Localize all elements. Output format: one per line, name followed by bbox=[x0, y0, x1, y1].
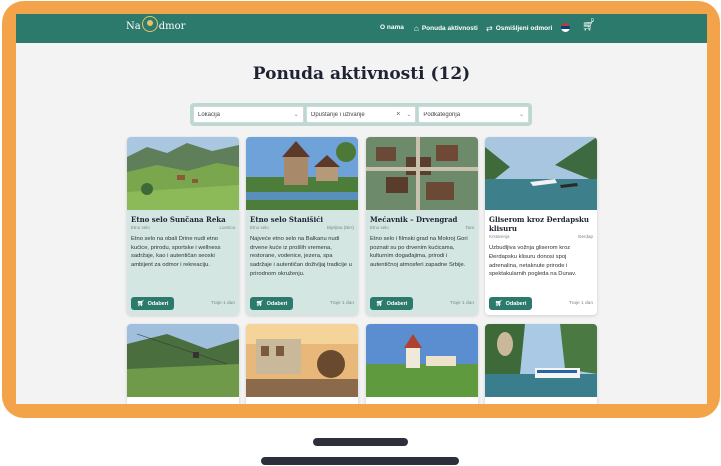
browser-screen: Na dmor O nama ⌂ Ponuda aktivnosti ⇄ Osm… bbox=[16, 14, 707, 404]
card-type: Etno selo bbox=[370, 225, 389, 231]
activity-card[interactable] bbox=[485, 324, 597, 404]
card-duration: Traje 1 dan bbox=[568, 301, 593, 306]
card-footer: 🛒︎ Odaberi Traje 1 dan bbox=[489, 297, 593, 310]
select-button[interactable]: 🛒︎ Odaberi bbox=[250, 297, 294, 310]
subcategory-select[interactable]: Podkategorija ⌄ bbox=[418, 106, 530, 123]
select-button[interactable]: 🛒︎ Odaberi bbox=[370, 297, 414, 310]
card-footer: 🛒︎ Odaberi Traje 1 dan bbox=[250, 297, 354, 310]
device-stand-base bbox=[261, 457, 459, 465]
filter-bar: Lokacija ⌄ Opuštanje i uživanje × ⌄ Podk… bbox=[190, 103, 532, 126]
card-title: Etno selo Stanišići bbox=[250, 215, 324, 224]
card-place: Bijeljina (BiH) bbox=[326, 225, 354, 231]
card-description: Uzbudljiva vožnja gliserom kroz Đerdapsk… bbox=[489, 245, 577, 278]
page-title: Ponuda aktivnosti (12) bbox=[252, 64, 471, 84]
card-image bbox=[485, 324, 597, 397]
logo[interactable]: Na dmor bbox=[126, 15, 186, 32]
card-image bbox=[485, 137, 597, 210]
activity-card[interactable] bbox=[246, 324, 358, 404]
clear-icon[interactable]: × bbox=[396, 111, 400, 118]
card-duration: Traje 1 dan bbox=[329, 301, 354, 306]
nav-link-offers[interactable]: ⌂ Ponuda aktivnosti bbox=[414, 24, 478, 33]
card-footer: 🛒︎ Odaberi Traje 1 dan bbox=[370, 297, 474, 310]
card-description: Etno selo i filmski grad na Mokroj Gori … bbox=[370, 236, 468, 269]
cart-add-icon: 🛒︎ bbox=[256, 301, 264, 307]
card-title: Mećavnik – Drvengrad bbox=[370, 215, 458, 224]
select-button[interactable]: 🛒︎ Odaberi bbox=[131, 297, 175, 310]
card-description: Etno selo na obali Drine nudi etno kućic… bbox=[131, 236, 221, 269]
select-button-label: Odaberi bbox=[147, 300, 169, 307]
card-image bbox=[366, 324, 478, 397]
select-button-label: Odaberi bbox=[386, 300, 408, 307]
logo-mark-icon bbox=[141, 15, 158, 32]
location-select-value: Lokacija bbox=[198, 111, 221, 118]
language-flag-icon[interactable] bbox=[561, 23, 570, 32]
select-button[interactable]: 🛒︎ Odaberi bbox=[489, 297, 533, 310]
card-image bbox=[246, 137, 358, 210]
card-image bbox=[246, 324, 358, 397]
nav-custom-label: Osmišljeni odmori bbox=[495, 25, 553, 32]
chevron-down-icon: ⌄ bbox=[518, 112, 525, 118]
activity-card[interactable]: Etno selo Sunčana Reka Etno selo Lovnica… bbox=[127, 137, 239, 315]
card-duration: Traje 1 dan bbox=[210, 301, 235, 306]
card-description: Najveće etno selo na Balkanu nudi drvene… bbox=[250, 236, 352, 277]
tag-icon: ⌂ bbox=[414, 24, 419, 33]
device-stand-neck bbox=[313, 438, 408, 446]
activity-card[interactable]: Etno selo Stanišići Etno selo Bijeljina … bbox=[246, 137, 358, 315]
activity-card[interactable]: Mećavnik – Drvengrad Etno selo Tara Etno… bbox=[366, 137, 478, 315]
logo-text-right: dmor bbox=[158, 21, 186, 32]
navbar: Na dmor O nama ⌂ Ponuda aktivnosti ⇄ Osm… bbox=[16, 14, 707, 43]
activity-card[interactable] bbox=[366, 324, 478, 404]
chevron-down-icon: ⌄ bbox=[406, 112, 412, 118]
category-select-value: Opuštanje i uživanje bbox=[310, 111, 365, 118]
cart-add-icon: 🛒︎ bbox=[495, 301, 503, 307]
card-place: Đerdap bbox=[578, 234, 593, 240]
select-button-label: Odaberi bbox=[266, 300, 288, 307]
cart-add-icon: 🛒︎ bbox=[376, 301, 384, 307]
nav-about-label: O nama bbox=[380, 24, 404, 31]
card-place: Lovnica bbox=[219, 225, 235, 231]
card-type: Krstarenja bbox=[489, 234, 510, 240]
nav-link-about[interactable]: O nama bbox=[380, 24, 404, 31]
category-select[interactable]: Opuštanje i uživanje × ⌄ bbox=[305, 106, 417, 123]
shuffle-icon: ⇄ bbox=[486, 24, 493, 33]
card-title: Gliserom kroz Đerdapsku klisuru bbox=[489, 215, 589, 234]
card-footer: 🛒︎ Odaberi Traje 1 dan bbox=[131, 297, 235, 310]
nav-offers-label: Ponuda aktivnosti bbox=[421, 25, 478, 32]
card-image bbox=[127, 324, 239, 397]
activity-card[interactable] bbox=[127, 324, 239, 404]
card-duration: Traje 1 dan bbox=[449, 301, 474, 306]
subcategory-select-value: Podkategorija bbox=[423, 111, 461, 118]
location-select[interactable]: Lokacija ⌄ bbox=[193, 106, 304, 123]
card-image bbox=[127, 137, 239, 210]
chevron-down-icon: ⌄ bbox=[293, 112, 299, 118]
logo-text-left: Na bbox=[126, 21, 141, 32]
select-button-label: Odaberi bbox=[505, 300, 527, 307]
cart-count-badge: 0 bbox=[591, 18, 594, 24]
card-title: Etno selo Sunčana Reka bbox=[131, 215, 226, 224]
card-image bbox=[366, 137, 478, 210]
card-place: Tara bbox=[465, 225, 474, 231]
activity-card[interactable]: Gliserom kroz Đerdapsku klisuru Krstaren… bbox=[485, 137, 597, 315]
card-type: Etno selo bbox=[131, 225, 150, 231]
nav-link-custom[interactable]: ⇄ Osmišljeni odmori bbox=[486, 24, 552, 33]
card-type: Etno selo bbox=[250, 225, 269, 231]
cart-add-icon: 🛒︎ bbox=[137, 301, 145, 307]
device-frame: Na dmor O nama ⌂ Ponuda aktivnosti ⇄ Osm… bbox=[2, 1, 720, 418]
